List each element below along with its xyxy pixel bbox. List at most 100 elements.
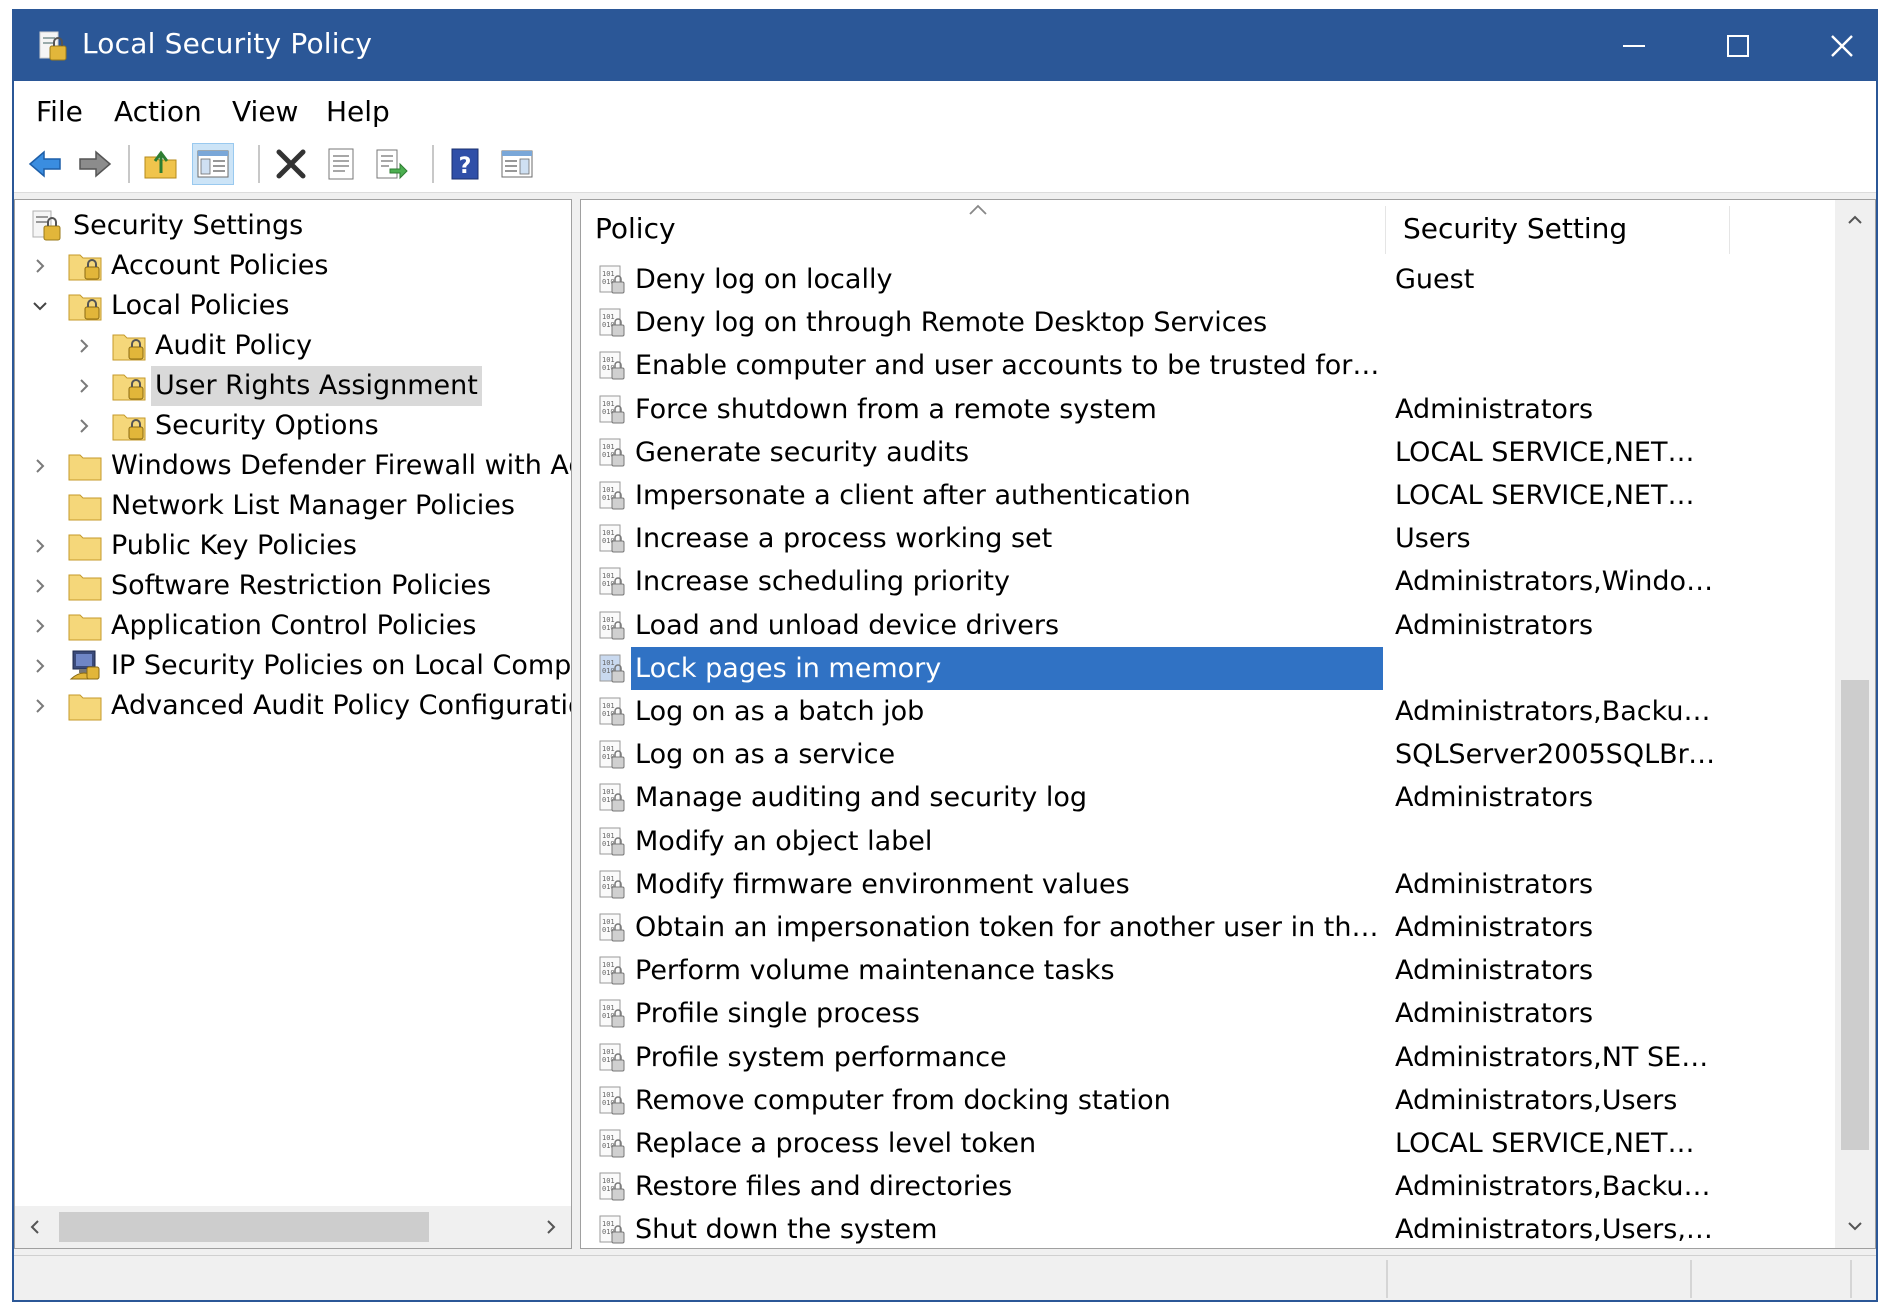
menu-action[interactable]: Action	[114, 95, 202, 128]
table-row[interactable]: 101 010 Increase scheduling priority Admini…	[581, 560, 1727, 603]
help-button[interactable]: ?	[444, 143, 486, 185]
collapse-toggle[interactable]	[29, 286, 51, 326]
tree-item-audit-policy[interactable]: Audit Policy	[15, 326, 571, 366]
table-row[interactable]: 101 010 Log on as a batch job Administrator…	[581, 690, 1727, 733]
chevron-right-icon	[36, 659, 45, 673]
table-row[interactable]: 101 010 Log on as a service SQLServer2005SQ…	[581, 733, 1727, 776]
expand-toggle[interactable]	[29, 446, 51, 486]
tree-item-windows-defender-firewall[interactable]: Windows Defender Firewall with Adva	[15, 446, 571, 486]
show-hide-console-tree-button[interactable]	[192, 143, 234, 185]
maximize-icon	[1727, 35, 1749, 57]
show-hide-action-pane-button[interactable]	[496, 143, 538, 185]
table-row[interactable]: 101 010 Replace a process level token LOCAL…	[581, 1122, 1727, 1165]
minimize-button[interactable]	[1582, 11, 1686, 81]
tree-item-software-restriction-policies[interactable]: Software Restriction Policies	[15, 566, 571, 606]
tree-item-user-rights-assignment[interactable]: User Rights Assignment	[15, 366, 571, 406]
list-vertical-scrollbar[interactable]	[1835, 200, 1875, 1248]
menu-help[interactable]: Help	[326, 95, 390, 128]
scroll-up-button[interactable]	[1835, 200, 1875, 240]
tree-item-account-policies[interactable]: Account Policies	[15, 246, 571, 286]
svg-text:101: 101	[602, 400, 615, 408]
tree-label: User Rights Assignment	[151, 366, 482, 406]
expand-toggle[interactable]	[29, 526, 51, 566]
table-row[interactable]: 101 010 Force shutdown from a remote syste…	[581, 388, 1727, 431]
forward-button[interactable]	[74, 143, 116, 185]
tree-horizontal-scrollbar[interactable]	[15, 1206, 571, 1248]
security-setting-cell: Administrators,Window ...	[1395, 566, 1719, 598]
scroll-right-button[interactable]	[531, 1206, 571, 1248]
table-row[interactable]: 101 010 Manage auditing and security log Ad…	[581, 776, 1727, 819]
tree-item-application-control-policies[interactable]: Application Control Policies	[15, 606, 571, 646]
export-list-button[interactable]	[370, 143, 412, 185]
properties-button[interactable]	[320, 143, 362, 185]
menu-file[interactable]: File	[36, 95, 83, 128]
folder-icon	[68, 574, 102, 601]
tree-item-public-key-policies[interactable]: Public Key Policies	[15, 526, 571, 566]
expand-toggle[interactable]	[29, 646, 51, 686]
security-setting-cell: Administrators	[1395, 609, 1594, 641]
table-row[interactable]: 101 010 Deny log on through Remote Desktop…	[581, 301, 1727, 344]
tree-root-security-settings[interactable]: Security Settings	[15, 206, 571, 246]
expand-toggle[interactable]	[73, 366, 95, 406]
table-row[interactable]: 101 010 Deny log on locally Guest	[581, 258, 1727, 301]
column-divider[interactable]	[1729, 206, 1730, 254]
expand-toggle[interactable]	[73, 406, 95, 446]
close-button[interactable]	[1790, 11, 1890, 81]
up-one-level-button[interactable]	[140, 143, 182, 185]
policy-name-cell: Increase a process working set	[635, 523, 1053, 555]
status-divider	[1850, 1260, 1852, 1298]
scroll-thumb[interactable]	[1841, 680, 1869, 1150]
tree-label: Windows Defender Firewall with Adva	[111, 450, 572, 481]
expand-toggle[interactable]	[29, 566, 51, 606]
table-row[interactable]: 101 010 Impersonate a client after authent…	[581, 474, 1727, 517]
toolbar-separator	[258, 145, 260, 183]
table-row[interactable]: 101 010 Profile single process Administrato…	[581, 992, 1727, 1035]
svg-text:?: ?	[459, 154, 472, 179]
back-button[interactable]	[24, 143, 66, 185]
table-row[interactable]: 101 010 Restore files and directories Admin…	[581, 1165, 1727, 1208]
policy-icon: 101010	[599, 1172, 625, 1201]
tree-item-local-policies[interactable]: Local Policies	[15, 286, 571, 326]
table-row[interactable]: 101 010 Profile system performance Administ…	[581, 1036, 1727, 1079]
table-row[interactable]: 101 010 Shut down the system Administrators…	[581, 1208, 1727, 1248]
expand-toggle[interactable]	[29, 246, 51, 286]
column-divider[interactable]	[1385, 206, 1386, 254]
table-row[interactable]: 101 010 Modify an object label	[581, 820, 1727, 863]
security-policy-app-icon	[39, 31, 67, 61]
scroll-thumb[interactable]	[59, 1212, 429, 1242]
expand-toggle[interactable]	[29, 606, 51, 646]
menu-view[interactable]: View	[232, 95, 298, 128]
scroll-left-button[interactable]	[15, 1206, 55, 1248]
chevron-right-icon	[36, 619, 45, 633]
expand-toggle[interactable]	[29, 686, 51, 726]
table-row[interactable]: 101 010 Perform volume maintenance tasks Ad…	[581, 949, 1727, 992]
toolbar-separator	[128, 145, 130, 183]
policy-list[interactable]: Policy Security Setting 101 010 Deny log o…	[580, 199, 1876, 1249]
table-row[interactable]: 101 010 Obtain an impersonation token for …	[581, 906, 1727, 949]
tree-item-security-options[interactable]: Security Options	[15, 406, 571, 446]
table-row[interactable]: 101 010 Load and unload device drivers Admi…	[581, 604, 1727, 647]
scroll-down-button[interactable]	[1835, 1206, 1875, 1246]
table-row[interactable]: 101 010 Enable computer and user accounts …	[581, 344, 1727, 387]
column-header-security-setting[interactable]: Security Setting	[1389, 200, 1729, 258]
policy-icon: 101010	[599, 783, 625, 812]
table-row[interactable]: 101 010 Lock pages in memory	[581, 646, 1727, 690]
table-row[interactable]: 101 010 Generate security audits LOCAL SERV…	[581, 431, 1727, 474]
delete-button[interactable]	[270, 143, 312, 185]
expand-toggle[interactable]	[73, 326, 95, 366]
console-tree[interactable]: Security Settings Account Policies Local…	[14, 199, 572, 1249]
chevron-left-icon	[30, 1220, 39, 1234]
tree-item-advanced-audit-policy-configuration[interactable]: Advanced Audit Policy Configuration	[15, 686, 571, 726]
policy-name-cell: Lock pages in memory	[631, 646, 1383, 690]
policy-icon: 101010	[599, 1215, 625, 1244]
policy-icon: 101010	[599, 524, 625, 553]
title-bar[interactable]: Local Security Policy	[14, 11, 1876, 81]
status-divider	[1386, 1260, 1388, 1298]
policy-name-cell: Obtain an impersonation token for anothe…	[635, 912, 1383, 943]
table-row[interactable]: 101 010 Increase a process working set User…	[581, 517, 1727, 560]
tree-item-ip-security-policies[interactable]: IP Security Policies on Local Compute	[15, 646, 571, 686]
tree-item-network-list-manager-policies[interactable]: Network List Manager Policies	[15, 486, 571, 526]
maximize-button[interactable]	[1686, 11, 1790, 81]
table-row[interactable]: 101 010 Modify firmware environment values…	[581, 863, 1727, 906]
table-row[interactable]: 101 010 Remove computer from docking stati…	[581, 1079, 1727, 1122]
